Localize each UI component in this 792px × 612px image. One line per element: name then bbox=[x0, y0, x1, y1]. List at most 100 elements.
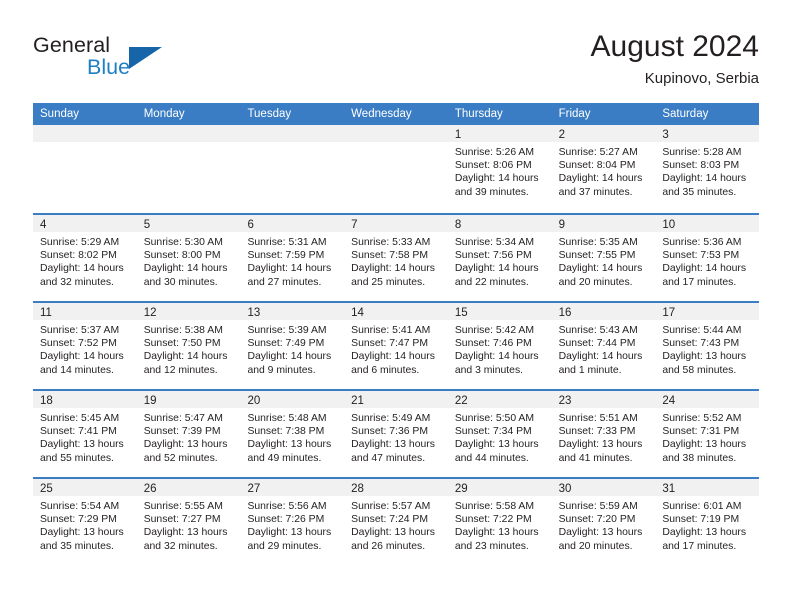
day-cell-4[interactable]: 4 Sunrise: 5:29 AM Sunset: 8:02 PM Daylight… bbox=[33, 215, 137, 301]
logo-text-blue: Blue bbox=[87, 55, 131, 79]
day-cell-1[interactable]: 1 Sunrise: 5:26 AM Sunset: 8:06 PM Daylight… bbox=[447, 125, 552, 213]
day-cell-17[interactable]: 17 Sunrise: 5:44 AM Sunset: 7:43 PM Dayligh… bbox=[655, 303, 760, 389]
day-details: Sunrise: 5:26 AM Sunset: 8:06 PM Daylight:… bbox=[448, 142, 552, 199]
day-details: Sunrise: 5:58 AM Sunset: 7:22 PM Daylight:… bbox=[448, 496, 552, 553]
day-cell-15[interactable]: 15 Sunrise: 5:42 AM Sunset: 7:46 PM Dayligh… bbox=[447, 303, 552, 389]
title-block: August 2024 Kupinovo, Serbia bbox=[591, 28, 759, 90]
day-cell-13[interactable]: 13 Sunrise: 5:39 AM Sunset: 7:49 PM Dayligh… bbox=[240, 303, 345, 389]
daylight-text-line1: Daylight: 13 hours bbox=[558, 527, 643, 539]
calendar-week-row: 1 Sunrise: 5:26 AM Sunset: 8:06 PM Daylight… bbox=[33, 125, 760, 213]
day-cell-2[interactable]: 2 Sunrise: 5:27 AM Sunset: 8:04 PM Daylight… bbox=[551, 125, 656, 213]
day-cell-10[interactable]: 10 Sunrise: 5:36 AM Sunset: 7:53 PM Dayligh… bbox=[655, 215, 760, 301]
day-cell-3[interactable]: 3 Sunrise: 5:28 AM Sunset: 8:03 PM Daylight… bbox=[655, 125, 760, 213]
day-cell-9[interactable]: 9 Sunrise: 5:35 AM Sunset: 7:55 PM Daylight… bbox=[551, 215, 656, 301]
daylight-text-line2: and 17 minutes. bbox=[662, 276, 737, 288]
day-cell-empty[interactable] bbox=[240, 125, 345, 213]
daylight-text-line1: Daylight: 14 hours bbox=[454, 263, 539, 275]
weekday-header-monday: Monday bbox=[143, 108, 185, 120]
day-number-band bbox=[240, 125, 345, 142]
day-number-band: 4 bbox=[33, 215, 137, 232]
page-title: August 2024 bbox=[590, 30, 759, 63]
day-number-band: 19 bbox=[136, 391, 241, 408]
day-cell-29[interactable]: 29 Sunrise: 5:58 AM Sunset: 7:22 PM Dayligh… bbox=[447, 479, 552, 565]
daylight-text-line1: Daylight: 14 hours bbox=[454, 173, 539, 185]
general-blue-logo[interactable]: General Blue bbox=[33, 32, 253, 88]
day-cell-7[interactable]: 7 Sunrise: 5:33 AM Sunset: 7:58 PM Daylight… bbox=[344, 215, 448, 301]
calendar-grid: Sunday Monday Tuesday Wednesday Thursday Frid… bbox=[33, 103, 760, 565]
daylight-text-line1: Daylight: 14 hours bbox=[351, 351, 435, 363]
day-number-band: 12 bbox=[136, 303, 241, 320]
weekday-header-friday: Friday bbox=[558, 108, 591, 120]
sunset-text: Sunset: 7:39 PM bbox=[143, 426, 221, 438]
day-cell-14[interactable]: 14 Sunrise: 5:41 AM Sunset: 7:47 PM Dayligh… bbox=[344, 303, 448, 389]
day-cell-empty[interactable] bbox=[136, 125, 241, 213]
day-cell-6[interactable]: 6 Sunrise: 5:31 AM Sunset: 7:59 PM Daylight… bbox=[240, 215, 345, 301]
day-cell-11[interactable]: 11 Sunrise: 5:37 AM Sunset: 7:52 PM Dayligh… bbox=[33, 303, 137, 389]
day-cell-empty[interactable] bbox=[344, 125, 448, 213]
day-details: Sunrise: 5:55 AM Sunset: 7:27 PM Daylight:… bbox=[137, 496, 241, 553]
day-cell-18[interactable]: 18 Sunrise: 5:45 AM Sunset: 7:41 PM Dayligh… bbox=[33, 391, 137, 477]
day-number: 23 bbox=[558, 395, 572, 407]
sunrise-text: Sunrise: 5:36 AM bbox=[662, 237, 742, 248]
daylight-text-line2: and 32 minutes. bbox=[40, 276, 114, 288]
day-cell-28[interactable]: 28 Sunrise: 5:57 AM Sunset: 7:24 PM Dayligh… bbox=[344, 479, 448, 565]
day-cell-5[interactable]: 5 Sunrise: 5:30 AM Sunset: 8:00 PM Daylight… bbox=[136, 215, 241, 301]
day-number-band: 16 bbox=[551, 303, 656, 320]
day-cell-26[interactable]: 26 Sunrise: 5:55 AM Sunset: 7:27 PM Dayligh… bbox=[136, 479, 241, 565]
sunrise-text: Sunrise: 5:57 AM bbox=[351, 501, 431, 512]
calendar-week-row: 4 Sunrise: 5:29 AM Sunset: 8:02 PM Daylight… bbox=[33, 213, 760, 301]
daylight-text-line1: Daylight: 13 hours bbox=[40, 439, 124, 451]
day-number-band: 3 bbox=[655, 125, 760, 142]
day-cell-24[interactable]: 24 Sunrise: 5:52 AM Sunset: 7:31 PM Dayligh… bbox=[655, 391, 760, 477]
day-cell-22[interactable]: 22 Sunrise: 5:50 AM Sunset: 7:34 PM Dayligh… bbox=[447, 391, 552, 477]
day-cell-31[interactable]: 31 Sunrise: 6:01 AM Sunset: 7:19 PM Dayligh… bbox=[655, 479, 760, 565]
sunset-text: Sunset: 7:38 PM bbox=[247, 426, 325, 438]
sunset-text: Sunset: 8:03 PM bbox=[662, 160, 740, 172]
sunrise-text: Sunrise: 6:01 AM bbox=[662, 501, 742, 512]
daylight-text-line1: Daylight: 14 hours bbox=[40, 263, 124, 275]
daylight-text-line2: and 12 minutes. bbox=[143, 364, 218, 376]
sunset-text: Sunset: 7:19 PM bbox=[662, 514, 740, 526]
day-number-band: 27 bbox=[240, 479, 345, 496]
day-number: 4 bbox=[40, 219, 47, 231]
day-cell-8[interactable]: 8 Sunrise: 5:34 AM Sunset: 7:56 PM Daylight… bbox=[447, 215, 552, 301]
sunrise-text: Sunrise: 5:37 AM bbox=[40, 325, 120, 336]
sunrise-text: Sunrise: 5:58 AM bbox=[454, 501, 535, 512]
day-cell-19[interactable]: 19 Sunrise: 5:47 AM Sunset: 7:39 PM Dayligh… bbox=[136, 391, 241, 477]
daylight-text-line2: and 37 minutes. bbox=[558, 186, 633, 198]
day-cell-27[interactable]: 27 Sunrise: 5:56 AM Sunset: 7:26 PM Dayligh… bbox=[240, 479, 345, 565]
daylight-text-line2: and 49 minutes. bbox=[247, 452, 322, 464]
day-cell-23[interactable]: 23 Sunrise: 5:51 AM Sunset: 7:33 PM Dayligh… bbox=[551, 391, 656, 477]
day-number-band: 7 bbox=[344, 215, 448, 232]
sunrise-text: Sunrise: 5:48 AM bbox=[247, 413, 327, 424]
day-number: 5 bbox=[143, 219, 151, 231]
sunrise-text: Sunrise: 5:52 AM bbox=[662, 413, 742, 424]
day-cell-12[interactable]: 12 Sunrise: 5:38 AM Sunset: 7:50 PM Dayligh… bbox=[136, 303, 241, 389]
day-cell-empty[interactable] bbox=[33, 125, 137, 213]
sunset-text: Sunset: 7:53 PM bbox=[662, 250, 740, 262]
day-cell-30[interactable]: 30 Sunrise: 5:59 AM Sunset: 7:20 PM Dayligh… bbox=[551, 479, 656, 565]
day-number: 6 bbox=[247, 219, 254, 231]
sunset-text: Sunset: 8:00 PM bbox=[143, 250, 221, 262]
day-number: 24 bbox=[662, 395, 676, 407]
daylight-text-line2: and 6 minutes. bbox=[351, 364, 420, 376]
day-details bbox=[344, 142, 448, 146]
weekday-header-sunday: Sunday bbox=[40, 108, 80, 120]
day-details: Sunrise: 5:35 AM Sunset: 7:55 PM Daylight:… bbox=[552, 232, 656, 289]
day-number-band bbox=[344, 125, 448, 142]
day-number: 17 bbox=[662, 307, 676, 319]
day-number-band bbox=[136, 125, 241, 142]
day-cell-16[interactable]: 16 Sunrise: 5:43 AM Sunset: 7:44 PM Dayligh… bbox=[551, 303, 656, 389]
day-details: Sunrise: 5:43 AM Sunset: 7:44 PM Daylight:… bbox=[552, 320, 656, 377]
day-details: Sunrise: 5:45 AM Sunset: 7:41 PM Daylight:… bbox=[33, 408, 137, 465]
day-details: Sunrise: 5:44 AM Sunset: 7:43 PM Daylight:… bbox=[655, 320, 759, 377]
day-details: Sunrise: 5:56 AM Sunset: 7:26 PM Daylight:… bbox=[240, 496, 344, 553]
sunset-text: Sunset: 7:59 PM bbox=[247, 250, 325, 262]
day-number-band: 15 bbox=[447, 303, 552, 320]
day-cell-20[interactable]: 20 Sunrise: 5:48 AM Sunset: 7:38 PM Dayligh… bbox=[240, 391, 345, 477]
day-cell-25[interactable]: 25 Sunrise: 5:54 AM Sunset: 7:29 PM Dayligh… bbox=[33, 479, 137, 565]
daylight-text-line2: and 20 minutes. bbox=[558, 276, 633, 288]
day-cell-21[interactable]: 21 Sunrise: 5:49 AM Sunset: 7:36 PM Dayligh… bbox=[344, 391, 448, 477]
sunrise-text: Sunrise: 5:45 AM bbox=[40, 413, 120, 424]
sunrise-text: Sunrise: 5:50 AM bbox=[454, 413, 535, 424]
